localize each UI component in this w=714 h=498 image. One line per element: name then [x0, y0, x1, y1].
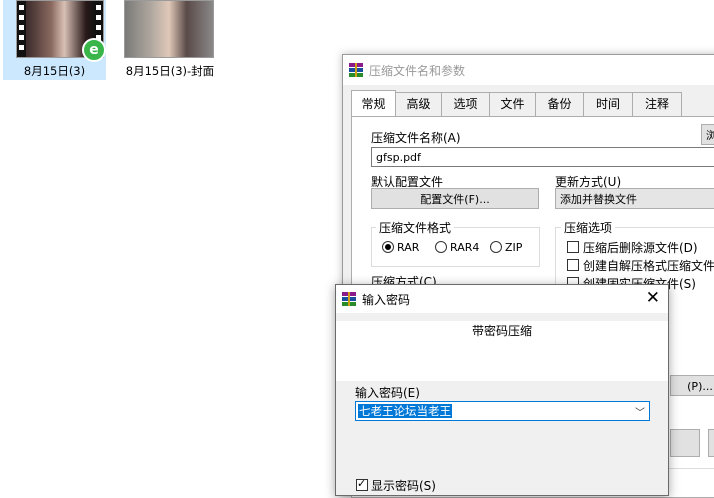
- tab-advanced[interactable]: 高级: [395, 92, 442, 116]
- tab-comment[interactable]: 注释: [632, 92, 682, 116]
- dialog-title: 压缩文件名和参数: [369, 64, 466, 78]
- show-password-checkbox[interactable]: [356, 477, 368, 491]
- sfx-label: 创建自解压格式压缩文件: [583, 259, 714, 273]
- password-input[interactable]: 七老王论坛当老王 ﹀: [355, 401, 650, 421]
- profile-button[interactable]: 配置文件(F)...: [371, 188, 539, 209]
- file-name: 8月15日(3)-封面: [125, 64, 215, 78]
- show-password-label: 显示密码(S): [371, 479, 436, 493]
- winrar-icon: [342, 292, 356, 306]
- title-bar[interactable]: 压缩文件名和参数: [343, 55, 714, 85]
- cancel-button-partial[interactable]: [708, 429, 714, 457]
- sfx-checkbox[interactable]: [567, 259, 579, 271]
- format-rar4-label: RAR4: [450, 241, 480, 254]
- archive-name-label: 压缩文件名称(A): [371, 131, 461, 145]
- tab-backup[interactable]: 备份: [535, 92, 584, 116]
- desktop-file-video[interactable]: e 8月15日(3): [3, 0, 106, 80]
- format-rar-label: RAR: [397, 241, 420, 254]
- format-zip-label: ZIP: [505, 241, 523, 254]
- password-dialog-title: 输入密码: [362, 293, 411, 307]
- chevron-down-icon[interactable]: ﹀: [635, 404, 645, 419]
- update-mode-select[interactable]: 添加并替换文件: [555, 188, 714, 209]
- password-label: 输入密码(E): [355, 386, 420, 400]
- desktop-file-cover[interactable]: 8月15日(3)-封面: [122, 0, 218, 80]
- browse-button[interactable]: 浏: [701, 124, 714, 145]
- file-name: 8月15日(3): [23, 64, 86, 78]
- options-group-title: 压缩选项: [561, 219, 616, 236]
- format-rar-radio[interactable]: [382, 241, 394, 253]
- winrar-icon: [349, 63, 363, 77]
- partial-button[interactable]: (P)...: [670, 375, 714, 396]
- tab-options[interactable]: 选项: [441, 92, 490, 116]
- password-heading: 带密码压缩: [336, 321, 668, 381]
- format-zip-radio[interactable]: [490, 241, 502, 253]
- tab-files[interactable]: 文件: [489, 92, 536, 116]
- format-rar4-radio[interactable]: [435, 241, 447, 253]
- image-thumbnail: [124, 0, 214, 58]
- browser-badge-icon: e: [82, 38, 106, 62]
- delete-source-label: 压缩后删除源文件(D): [583, 241, 698, 255]
- password-title-bar[interactable]: 输入密码 ✕: [336, 285, 668, 313]
- delete-source-checkbox[interactable]: [567, 241, 579, 253]
- password-value: 七老王论坛当老王: [358, 404, 452, 418]
- archive-name-field[interactable]: gfsp.pdf: [371, 147, 714, 167]
- format-group-title: 压缩文件格式: [376, 219, 455, 236]
- ok-button-partial[interactable]: [670, 429, 700, 457]
- tab-time[interactable]: 时间: [583, 92, 633, 116]
- password-dialog: 输入密码 ✕ 带密码压缩 输入密码(E) 七老王论坛当老王 ﹀ 显示密码(S): [335, 284, 669, 496]
- tab-general[interactable]: 常规: [351, 90, 396, 116]
- close-icon[interactable]: ✕: [646, 288, 660, 308]
